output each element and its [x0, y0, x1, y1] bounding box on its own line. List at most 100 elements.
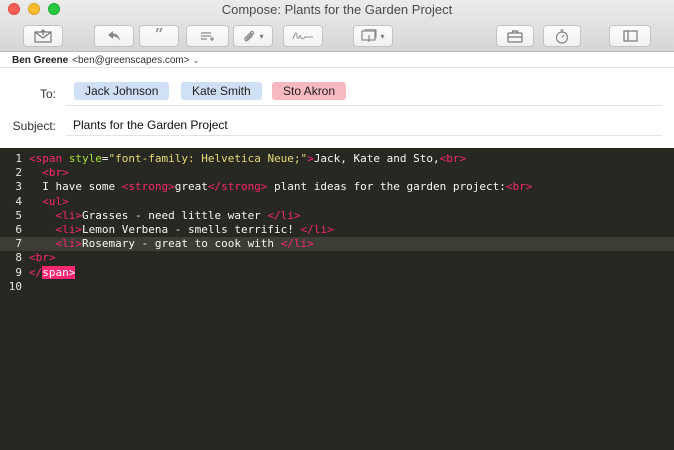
code-text: I have some <strong>great</strong> plant… [29, 180, 532, 194]
code-line[interactable]: 4 <ul> [0, 195, 674, 209]
code-token: <br> [29, 251, 56, 265]
sidebar-toggle-button[interactable] [609, 25, 651, 47]
code-text: <li>Rosemary - great to cook with </li> [29, 237, 314, 251]
code-line[interactable]: 5 <li>Grasses - need little water </li> [0, 209, 674, 223]
recipient-chip[interactable]: Kate Smith [181, 82, 262, 100]
window-titlebar: Compose: Plants for the Garden Project ”… [0, 0, 674, 52]
line-number: 9 [15, 265, 22, 279]
code-line[interactable]: 6 <li>Lemon Verbena - smells terrific! <… [0, 223, 674, 237]
window-title: Compose: Plants for the Garden Project [221, 2, 453, 17]
from-address: <ben@greenscapes.com> [72, 55, 190, 66]
code-token: plant ideas for the garden project: [267, 180, 506, 194]
code-token: I have some [29, 180, 122, 194]
sidebar-icon [622, 30, 638, 42]
briefcase-icon [507, 29, 523, 43]
code-token: Rosemary - great to cook with [82, 237, 281, 251]
send-icon [34, 29, 52, 43]
divider [66, 105, 662, 106]
code-token: = [101, 152, 109, 165]
chevron-down-icon: ⌄ [192, 56, 200, 65]
code-token: </ [29, 265, 43, 279]
subject-input[interactable]: Plants for the Garden Project [73, 118, 228, 132]
code-text: </span> [29, 265, 76, 280]
reply-button[interactable] [94, 25, 134, 47]
from-selector[interactable]: Ben Greene <ben@greenscapes.com> ⌄ [12, 55, 199, 66]
line-number: 2 [15, 166, 22, 180]
code-token: <li> [55, 223, 83, 236]
code-line[interactable]: 2 <br> [0, 166, 674, 180]
chevron-down-icon: ▾ [380, 31, 385, 41]
divider [0, 67, 674, 68]
code-text: <li>Lemon Verbena - smells terrific! </l… [29, 223, 334, 237]
code-token: Jack, Kate and Sto, [313, 152, 440, 165]
code-token: <br> [42, 166, 69, 180]
line-number: 8 [15, 251, 22, 265]
photo-browser-icon [361, 29, 377, 42]
code-token: <li> [55, 237, 83, 251]
selected-code-token: span> [42, 265, 76, 279]
chevron-down-icon: ▾ [259, 31, 264, 41]
quote-button[interactable]: ” [139, 25, 179, 47]
line-number: 4 [15, 194, 22, 208]
attach-button[interactable]: ▾ [233, 25, 273, 47]
code-token: <ul> [42, 194, 69, 208]
line-number: 5 [15, 208, 22, 222]
paperclip-icon [244, 30, 255, 42]
code-token: <span [29, 152, 69, 165]
line-number: 1 [15, 152, 22, 165]
line-number: 10 [8, 279, 22, 293]
stopwatch-icon [555, 28, 569, 44]
list-format-icon [200, 32, 214, 41]
code-text: <ul> [29, 195, 69, 209]
code-token: </li> [267, 208, 301, 222]
recipient-chip[interactable]: Sto Akron [272, 82, 347, 100]
code-token: </li> [280, 237, 314, 251]
code-line[interactable]: 9 </span> [0, 265, 674, 280]
code-token: <br> [505, 180, 533, 194]
code-line[interactable]: 10 [0, 280, 674, 294]
code-line[interactable]: 8 <br> [0, 251, 674, 265]
code-line[interactable]: 3 I have some <strong>great</strong> pla… [0, 180, 674, 194]
recipient-chip[interactable]: Jack Johnson [74, 82, 170, 100]
to-label: To: [39, 87, 56, 101]
briefcase-button[interactable] [496, 25, 534, 47]
line-number: 7 [15, 237, 22, 251]
subject-label: Subject: [12, 119, 56, 133]
line-number: 6 [15, 223, 22, 236]
message-header: Ben Greene <ben@greenscapes.com> ⌄ To: Jac… [0, 52, 674, 148]
code-token: <li> [55, 208, 83, 222]
code-text: <li>Grasses - need little water </li> [29, 209, 301, 223]
code-token: > [307, 152, 314, 165]
divider [66, 135, 662, 136]
html-code-editor[interactable]: 1 <span style="font-family: Helvetica Neu… [0, 148, 674, 450]
code-line[interactable]: 7 <li>Rosemary - great to cook with </li… [0, 237, 674, 252]
code-text: <br> [29, 166, 69, 180]
from-name: Ben Greene [12, 55, 69, 66]
code-token: </li> [300, 223, 334, 236]
send-button[interactable] [23, 25, 63, 47]
signature-button[interactable] [283, 25, 323, 47]
code-token: <strong> [121, 180, 175, 194]
line-number: 3 [15, 180, 22, 194]
reply-icon [108, 31, 120, 41]
code-text: <span style="font-family: Helvetica Neue… [29, 152, 466, 166]
code-token: Grasses - need little water [82, 208, 268, 222]
timer-button[interactable] [543, 25, 581, 47]
format-list-button[interactable] [186, 25, 229, 47]
stationery-button[interactable]: ▾ [353, 25, 393, 47]
code-token: "font-family: Helvetica Neue;" [108, 152, 308, 165]
code-token: Lemon Verbena - smells terrific! [82, 223, 301, 236]
code-token: style [68, 152, 102, 165]
quote-icon: ” [154, 25, 164, 46]
code-text: <br> [29, 251, 56, 265]
code-token: </strong> [207, 180, 268, 194]
code-token: great [174, 180, 208, 194]
code-token: <br> [439, 152, 467, 165]
code-line[interactable]: 1 <span style="font-family: Helvetica Neu… [0, 152, 674, 166]
signature-icon [292, 32, 313, 40]
